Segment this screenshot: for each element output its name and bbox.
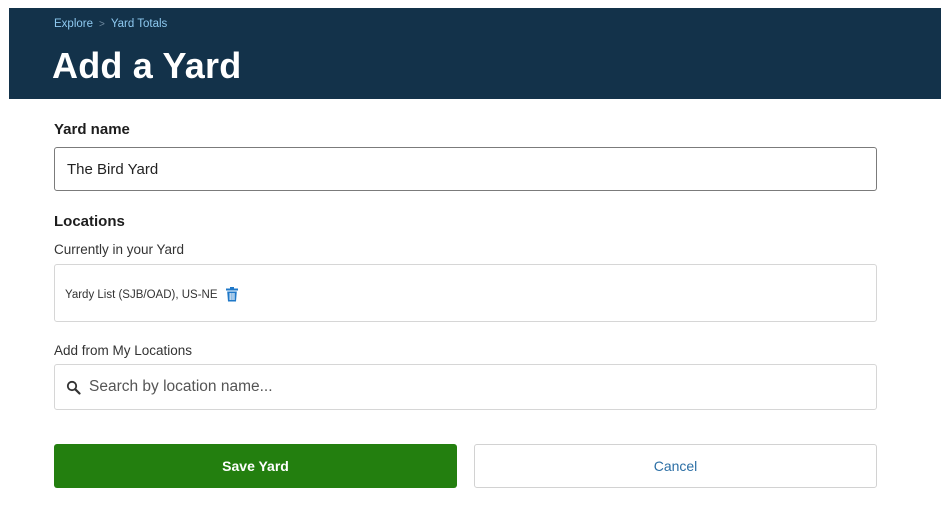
location-search-input[interactable] xyxy=(89,365,859,409)
location-item-name: Yardy List (SJB/OAD), US-NE xyxy=(65,288,218,301)
breadcrumb-yard-totals-link[interactable]: Yard Totals xyxy=(111,18,167,30)
breadcrumb-separator: > xyxy=(99,19,105,30)
location-search-box xyxy=(54,364,877,410)
breadcrumb: Explore > Yard Totals xyxy=(54,18,167,30)
page-title: Add a Yard xyxy=(52,45,242,86)
yard-name-input[interactable] xyxy=(54,147,877,191)
add-locations-label: Add from My Locations xyxy=(54,343,193,358)
current-locations-label: Currently in your Yard xyxy=(54,242,185,257)
trash-icon[interactable] xyxy=(225,287,239,302)
yard-name-label: Yard name xyxy=(54,121,130,138)
save-yard-button[interactable]: Save Yard xyxy=(54,444,457,488)
search-icon xyxy=(66,380,81,395)
location-item: Yardy List (SJB/OAD), US-NE xyxy=(65,287,239,302)
cancel-button[interactable]: Cancel xyxy=(474,444,877,488)
current-locations-list: Yardy List (SJB/OAD), US-NE xyxy=(54,264,877,322)
breadcrumb-explore-link[interactable]: Explore xyxy=(54,18,93,30)
page-header: Explore > Yard Totals Add a Yard xyxy=(9,8,941,99)
locations-heading: Locations xyxy=(54,213,125,230)
